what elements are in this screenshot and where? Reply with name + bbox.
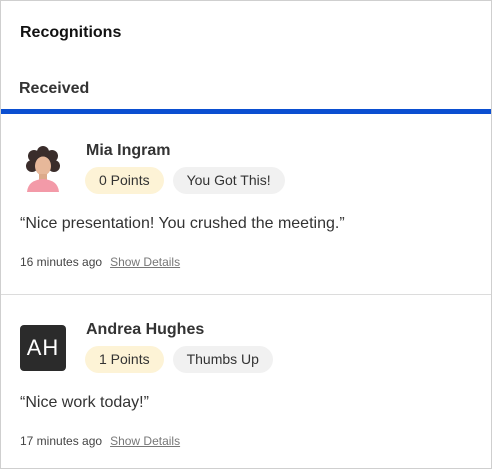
timestamp: 17 minutes ago	[20, 434, 103, 448]
initials-avatar: AH	[20, 325, 66, 371]
tab-active-indicator	[1, 109, 491, 114]
show-details-link[interactable]: Show Details	[110, 434, 180, 448]
points-chip: 1 Points	[85, 346, 164, 373]
sender-name: Andrea Hughes	[86, 321, 205, 338]
recognition-message: “Nice presentation! You crushed the meet…	[20, 215, 345, 232]
page-title: Recognitions	[20, 24, 122, 41]
show-details-link[interactable]: Show Details	[110, 255, 180, 269]
recognition-meta: 16 minutes ago Show Details	[20, 255, 180, 269]
tab-bar: Received	[1, 66, 491, 114]
recognition-card: AH Andrea Hughes 1 Points Thumbs Up “Nic…	[1, 295, 491, 468]
timestamp: 16 minutes ago	[20, 255, 103, 269]
recognition-card: Mia Ingram 0 Points You Got This! “Nice …	[1, 116, 491, 295]
recognition-meta: 17 minutes ago Show Details	[20, 434, 180, 448]
badge-chip: You Got This!	[172, 167, 285, 194]
recognition-message: “Nice work today!”	[20, 394, 149, 411]
chip-row: 0 Points You Got This!	[85, 167, 285, 194]
woman-avatar-icon	[20, 146, 66, 192]
tab-received[interactable]: Received	[19, 80, 89, 98]
panel-header: Recognitions	[1, 1, 491, 66]
chip-row: 1 Points Thumbs Up	[85, 346, 273, 373]
badge-chip: Thumbs Up	[172, 346, 273, 373]
sender-name: Mia Ingram	[86, 142, 171, 159]
recognitions-panel: Recognitions Received Mia Ingram 0 Point…	[0, 0, 492, 469]
points-chip: 0 Points	[85, 167, 164, 194]
